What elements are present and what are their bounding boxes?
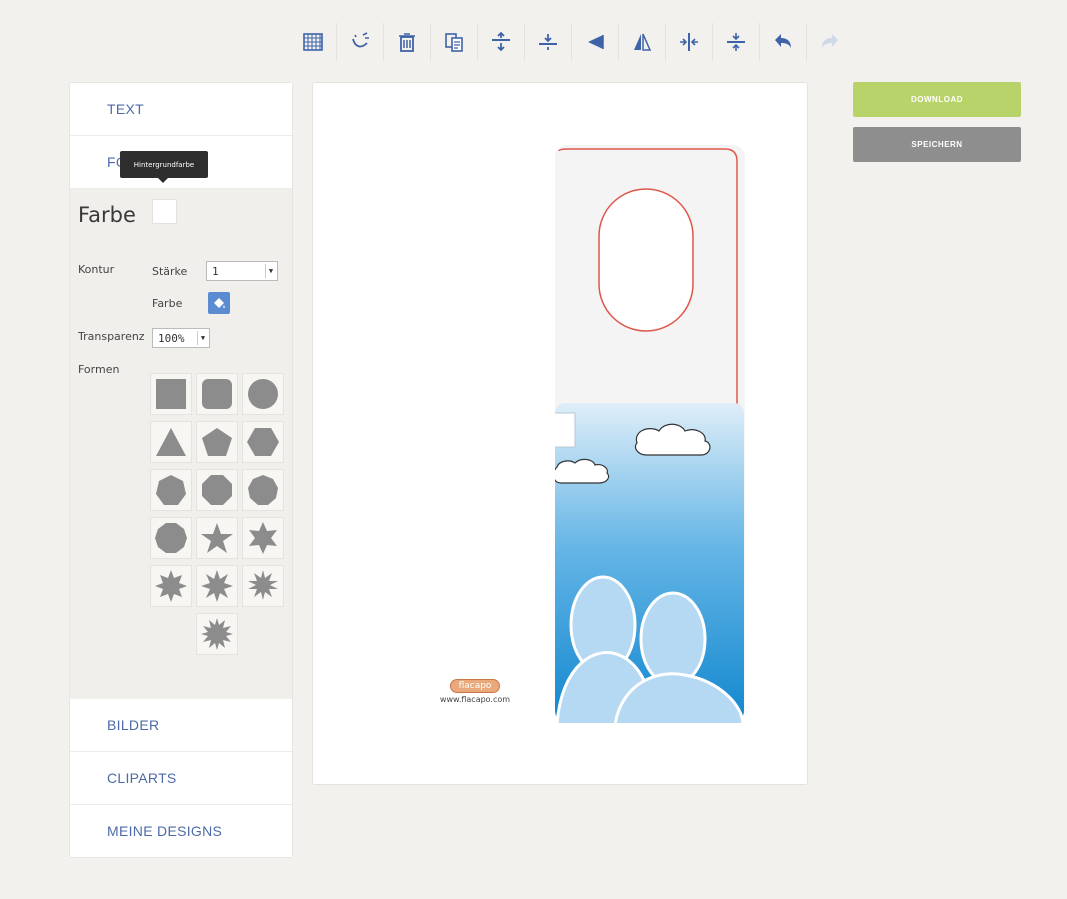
center-vertical-icon <box>727 33 745 51</box>
star-icon <box>201 523 233 553</box>
center-horizontal-icon <box>680 33 698 51</box>
kontur-label: Kontur <box>78 263 115 276</box>
shape-circle[interactable] <box>242 373 284 415</box>
shape-square[interactable] <box>150 373 192 415</box>
magic-wand-icon <box>352 32 369 48</box>
staerke-select[interactable]: 1 ▼ <box>206 261 278 281</box>
shape-star-5[interactable] <box>196 517 238 559</box>
transparenz-value: 100% <box>158 331 185 345</box>
shape-star-6[interactable] <box>242 517 284 559</box>
door-hanger-artwork[interactable] <box>555 145 745 723</box>
tab-meine-designs[interactable]: MEINE DESIGNS <box>70 805 292 857</box>
flip-horizontal-icon <box>634 33 652 51</box>
align-top-icon <box>492 31 510 52</box>
tab-cliparts[interactable]: CLIPARTS <box>70 752 292 805</box>
hexagon-icon <box>247 428 279 456</box>
center-horizontal-button[interactable] <box>666 23 713 61</box>
left-panel: TEXT FORMEN Hintergrundfarbe Farbe Kontu… <box>69 82 293 858</box>
paint-bucket-icon <box>214 298 225 308</box>
transparenz-label: Transparenz <box>78 330 145 343</box>
align-middle-button[interactable] <box>525 23 572 61</box>
grid-icon <box>303 33 323 51</box>
logo-url: www.flacapo.com <box>439 695 511 704</box>
redo-icon <box>822 34 838 48</box>
fill-color-swatch[interactable] <box>152 199 177 224</box>
grid-button[interactable] <box>290 23 337 61</box>
chevron-down-icon: ▼ <box>265 264 276 278</box>
magic-wand-button[interactable] <box>337 23 384 61</box>
shape-star-8[interactable] <box>196 565 238 607</box>
shape-grid <box>150 373 285 655</box>
trash-icon <box>399 33 415 52</box>
align-bottom-icon <box>588 35 604 49</box>
chevron-down-icon: ▼ <box>197 331 208 345</box>
copy-icon <box>445 33 463 52</box>
kontur-farbe-label: Farbe <box>152 297 183 310</box>
formen-label: Formen <box>78 363 120 376</box>
star-10-icon <box>201 618 233 650</box>
shape-heptagon[interactable] <box>150 469 192 511</box>
shape-decagon[interactable] <box>150 517 192 559</box>
star-6-icon <box>249 522 277 554</box>
design-canvas[interactable]: flacapo www.flacapo.com <box>312 82 808 785</box>
center-vertical-button[interactable] <box>713 23 760 61</box>
align-middle-icon <box>539 34 557 50</box>
save-button[interactable]: SPEICHERN <box>853 127 1021 162</box>
nonagon-icon <box>248 475 278 505</box>
shape-pentagon[interactable] <box>196 421 238 463</box>
editor-toolbar <box>290 22 853 62</box>
square-icon <box>156 379 186 409</box>
shape-star-9[interactable] <box>242 565 284 607</box>
logo-text: flacapo <box>449 679 501 693</box>
shape-triangle[interactable] <box>150 421 192 463</box>
redo-button[interactable] <box>807 23 853 61</box>
staerke-value: 1 <box>212 264 219 278</box>
star-7-icon <box>155 570 187 602</box>
tab-text[interactable]: TEXT <box>70 83 292 136</box>
shape-nonagon[interactable] <box>242 469 284 511</box>
staerke-label: Stärke <box>152 265 188 278</box>
star-8-icon <box>201 570 233 602</box>
flacapo-logo[interactable]: flacapo www.flacapo.com <box>433 673 517 704</box>
stroke-color-button[interactable] <box>208 292 230 314</box>
tooltip: Hintergrundfarbe <box>120 151 208 183</box>
triangle-icon <box>156 428 186 456</box>
download-button[interactable]: DOWNLOAD <box>853 82 1021 117</box>
align-top-button[interactable] <box>478 23 525 61</box>
transparenz-select[interactable]: 100% ▼ <box>152 328 210 348</box>
copy-button[interactable] <box>431 23 478 61</box>
circle-icon <box>248 379 278 409</box>
shape-hexagon[interactable] <box>242 421 284 463</box>
shape-rounded-square[interactable] <box>196 373 238 415</box>
shape-star-7[interactable] <box>150 565 192 607</box>
star-9-icon <box>248 570 278 600</box>
undo-button[interactable] <box>760 23 807 61</box>
undo-icon <box>775 34 791 48</box>
octagon-icon <box>202 475 232 505</box>
align-bottom-button[interactable] <box>572 23 619 61</box>
flip-horizontal-button[interactable] <box>619 23 666 61</box>
pentagon-icon <box>202 428 232 456</box>
rounded-square-icon <box>202 379 232 409</box>
tab-bilder[interactable]: BILDER <box>70 699 292 752</box>
delete-button[interactable] <box>384 23 431 61</box>
formen-panel: Farbe Kontur Stärke 1 ▼ Farbe Transparen… <box>70 189 292 699</box>
shape-star-10[interactable] <box>196 613 238 655</box>
decagon-icon <box>155 523 187 553</box>
heptagon-icon <box>156 475 186 505</box>
shape-octagon[interactable] <box>196 469 238 511</box>
farbe-title: Farbe <box>78 203 136 227</box>
